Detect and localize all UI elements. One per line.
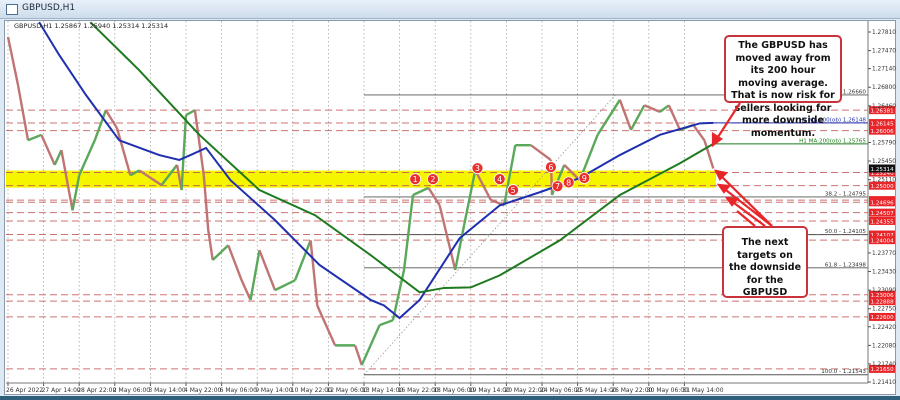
price-segment bbox=[293, 239, 312, 281]
price-segment bbox=[16, 84, 30, 141]
x-tick-label: 9 May 14:00 bbox=[255, 387, 293, 394]
y-tick-label: 1.25450 bbox=[872, 159, 896, 165]
price-segment bbox=[185, 109, 196, 117]
y-tick-label: 1.27810 bbox=[872, 30, 896, 36]
price-segment bbox=[211, 244, 230, 261]
callout-ma-note: The GBPUSD has moved away from its 200 h… bbox=[724, 35, 842, 139]
y-tick-label: 1.22080 bbox=[872, 343, 896, 349]
x-tick-label: 3 May 14:00 bbox=[148, 387, 186, 394]
y-tick-label: 1.23770 bbox=[872, 251, 896, 257]
callout-targets-note: The next targets on the downside for the… bbox=[722, 226, 808, 298]
price-segment bbox=[618, 99, 633, 131]
price-segment bbox=[402, 194, 415, 271]
y-tick-label: 1.22420 bbox=[872, 325, 896, 331]
y-tick-label: 1.26800 bbox=[872, 85, 896, 91]
y-tick-label: 1.23090 bbox=[872, 288, 896, 294]
touch-marker-number: 9 bbox=[582, 174, 587, 183]
price-segment bbox=[667, 104, 682, 131]
price-segment bbox=[258, 249, 277, 291]
level-price-label: 1.24696 bbox=[871, 201, 895, 207]
level-price-label: 1.22600 bbox=[871, 315, 895, 321]
y-tick-label: 1.26460 bbox=[872, 104, 896, 110]
touch-marker-number: 1 bbox=[413, 175, 418, 184]
y-tick-label: 1.25790 bbox=[872, 140, 896, 146]
x-tick-label: 31 May 14:00 bbox=[682, 387, 723, 394]
price-segment bbox=[53, 149, 63, 166]
support-zone bbox=[6, 170, 716, 188]
y-tick-label: 1.21410 bbox=[872, 380, 896, 386]
level-price-label: 1.25000 bbox=[871, 184, 895, 190]
price-segment bbox=[360, 324, 381, 366]
price-segment bbox=[438, 205, 457, 271]
touch-marker-number: 7 bbox=[555, 182, 560, 191]
current-price-label: 1.25314 bbox=[871, 167, 895, 173]
price-segment bbox=[249, 250, 261, 301]
price-segment bbox=[274, 279, 296, 292]
y-tick-label: 1.22750 bbox=[872, 307, 896, 313]
price-segment bbox=[596, 99, 621, 136]
x-tick-label: 4 May 22:00 bbox=[184, 387, 222, 394]
touch-marker-number: 2 bbox=[430, 175, 435, 184]
level-price-label: 1.24355 bbox=[871, 219, 895, 225]
price-segment bbox=[692, 124, 706, 141]
level-price-label: 1.26006 bbox=[871, 129, 895, 135]
level-price-label: 1.21650 bbox=[871, 367, 895, 373]
price-segment bbox=[6, 36, 20, 86]
y-tick-label: 1.25110 bbox=[872, 178, 896, 184]
price-segment bbox=[530, 144, 552, 161]
price-segment bbox=[115, 127, 132, 176]
fib-level-label: 38.2 - 1.24795 bbox=[825, 191, 867, 197]
level-price-label: 1.24507 bbox=[871, 211, 895, 217]
x-tick-label: 28 Apr 22:00 bbox=[77, 387, 116, 394]
price-segment bbox=[353, 344, 363, 366]
fib-level-label: 50.0 - 1.24105 bbox=[825, 229, 867, 235]
fib-level-label: 100.0 - 1.21543 bbox=[821, 369, 866, 375]
price-segment bbox=[629, 104, 646, 131]
y-tick-label: 1.27140 bbox=[872, 67, 896, 73]
chart-window: GBPUSD,H1 26 Apr 2022 27 Apr 14:00 28 Apr … bbox=[0, 0, 900, 396]
x-tick-label: 26 Apr 2022 bbox=[6, 387, 43, 394]
touch-marker-number: 8 bbox=[566, 178, 571, 187]
x-tick-label: 2 May 06:00 bbox=[113, 387, 151, 394]
price-segment bbox=[316, 304, 337, 346]
touch-marker-number: 5 bbox=[511, 186, 516, 195]
symbol-info-line: GBPUSD,H1 1.25867 1.25940 1.25314 1.2531… bbox=[14, 22, 169, 30]
price-segment bbox=[379, 319, 394, 327]
price-segment bbox=[193, 110, 205, 176]
level-price-label: 1.26145 bbox=[871, 121, 895, 127]
touch-marker-number: 6 bbox=[548, 163, 553, 172]
price-segment bbox=[309, 240, 319, 306]
price-segment bbox=[643, 104, 661, 113]
price-segment bbox=[454, 224, 466, 271]
x-tick-label: 27 Apr 14:00 bbox=[42, 387, 81, 394]
price-segment bbox=[412, 186, 430, 197]
price-segment bbox=[27, 133, 42, 142]
price-segment bbox=[240, 279, 252, 301]
price-segment bbox=[659, 104, 670, 113]
x-tick-label: 6 May 06:00 bbox=[220, 387, 258, 394]
level-price-label: 1.24004 bbox=[871, 238, 895, 244]
fib-level-label: 61.8 - 1.23498 bbox=[825, 262, 867, 268]
price-segment bbox=[227, 244, 243, 281]
level-price-label: 1.22888 bbox=[871, 299, 895, 305]
y-tick-label: 1.27470 bbox=[872, 49, 896, 55]
touch-marker-number: 3 bbox=[475, 164, 480, 173]
price-segment bbox=[78, 139, 96, 176]
touch-marker-number: 4 bbox=[497, 175, 502, 184]
y-tick-label: 1.23430 bbox=[872, 270, 896, 276]
y-tick-label: 1.21740 bbox=[872, 362, 896, 368]
